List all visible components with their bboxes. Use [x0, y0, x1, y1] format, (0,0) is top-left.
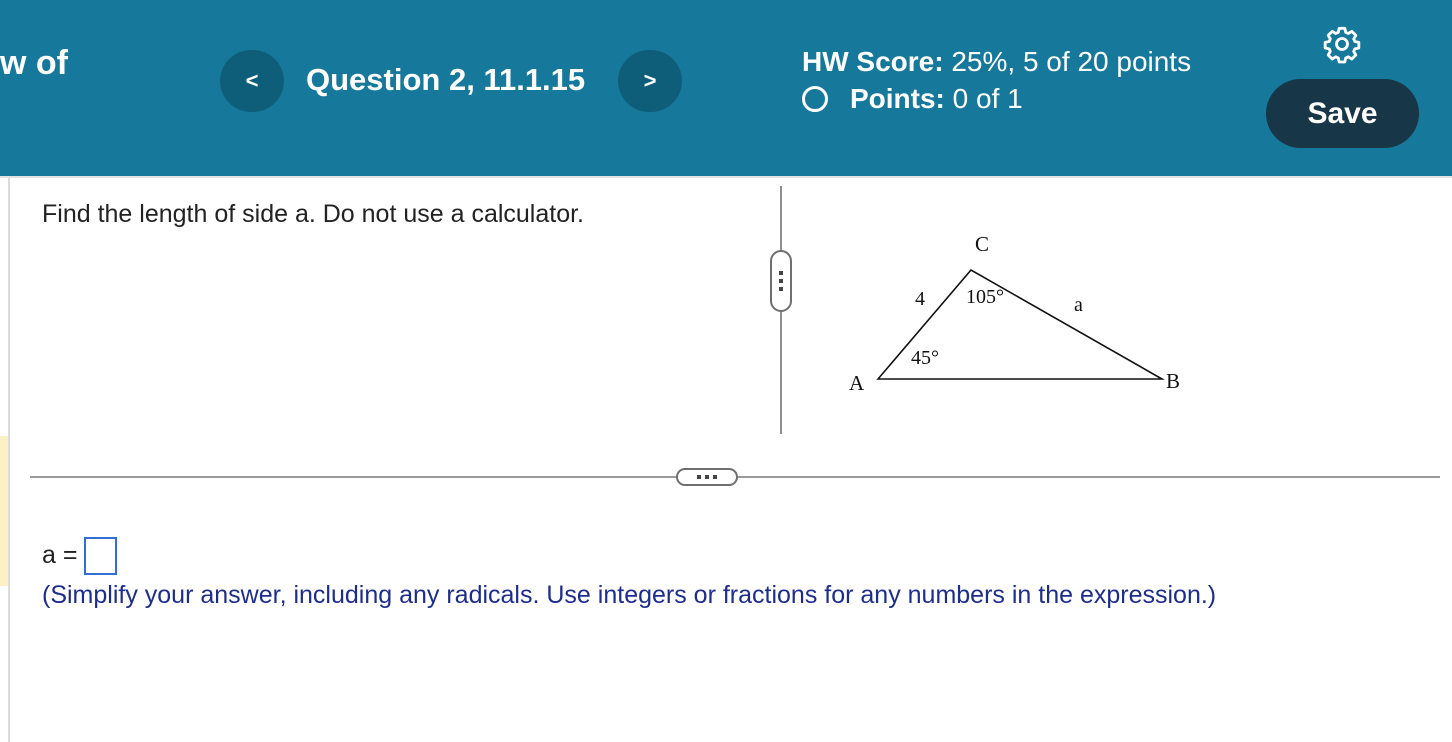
angle-a-label: 45°	[911, 347, 939, 369]
answer-input[interactable]	[84, 537, 117, 575]
handle-dot	[705, 475, 709, 479]
side-ac-length: 4	[915, 288, 925, 310]
handle-dot	[697, 475, 701, 479]
angle-c-label: 105°	[966, 286, 1004, 308]
vertex-a-label: A	[849, 371, 865, 395]
vertex-b-label: B	[1166, 369, 1180, 393]
answer-label: a =	[42, 541, 78, 569]
triangle-figure: C A B 4 a 45° 105°	[849, 232, 1180, 395]
handle-dot	[713, 475, 717, 479]
horizontal-resize-handle[interactable]	[676, 468, 738, 486]
answer-instructions: (Simplify your answer, including any rad…	[42, 581, 1217, 609]
side-a-label: a	[1074, 294, 1083, 316]
vertex-c-label: C	[975, 232, 989, 256]
